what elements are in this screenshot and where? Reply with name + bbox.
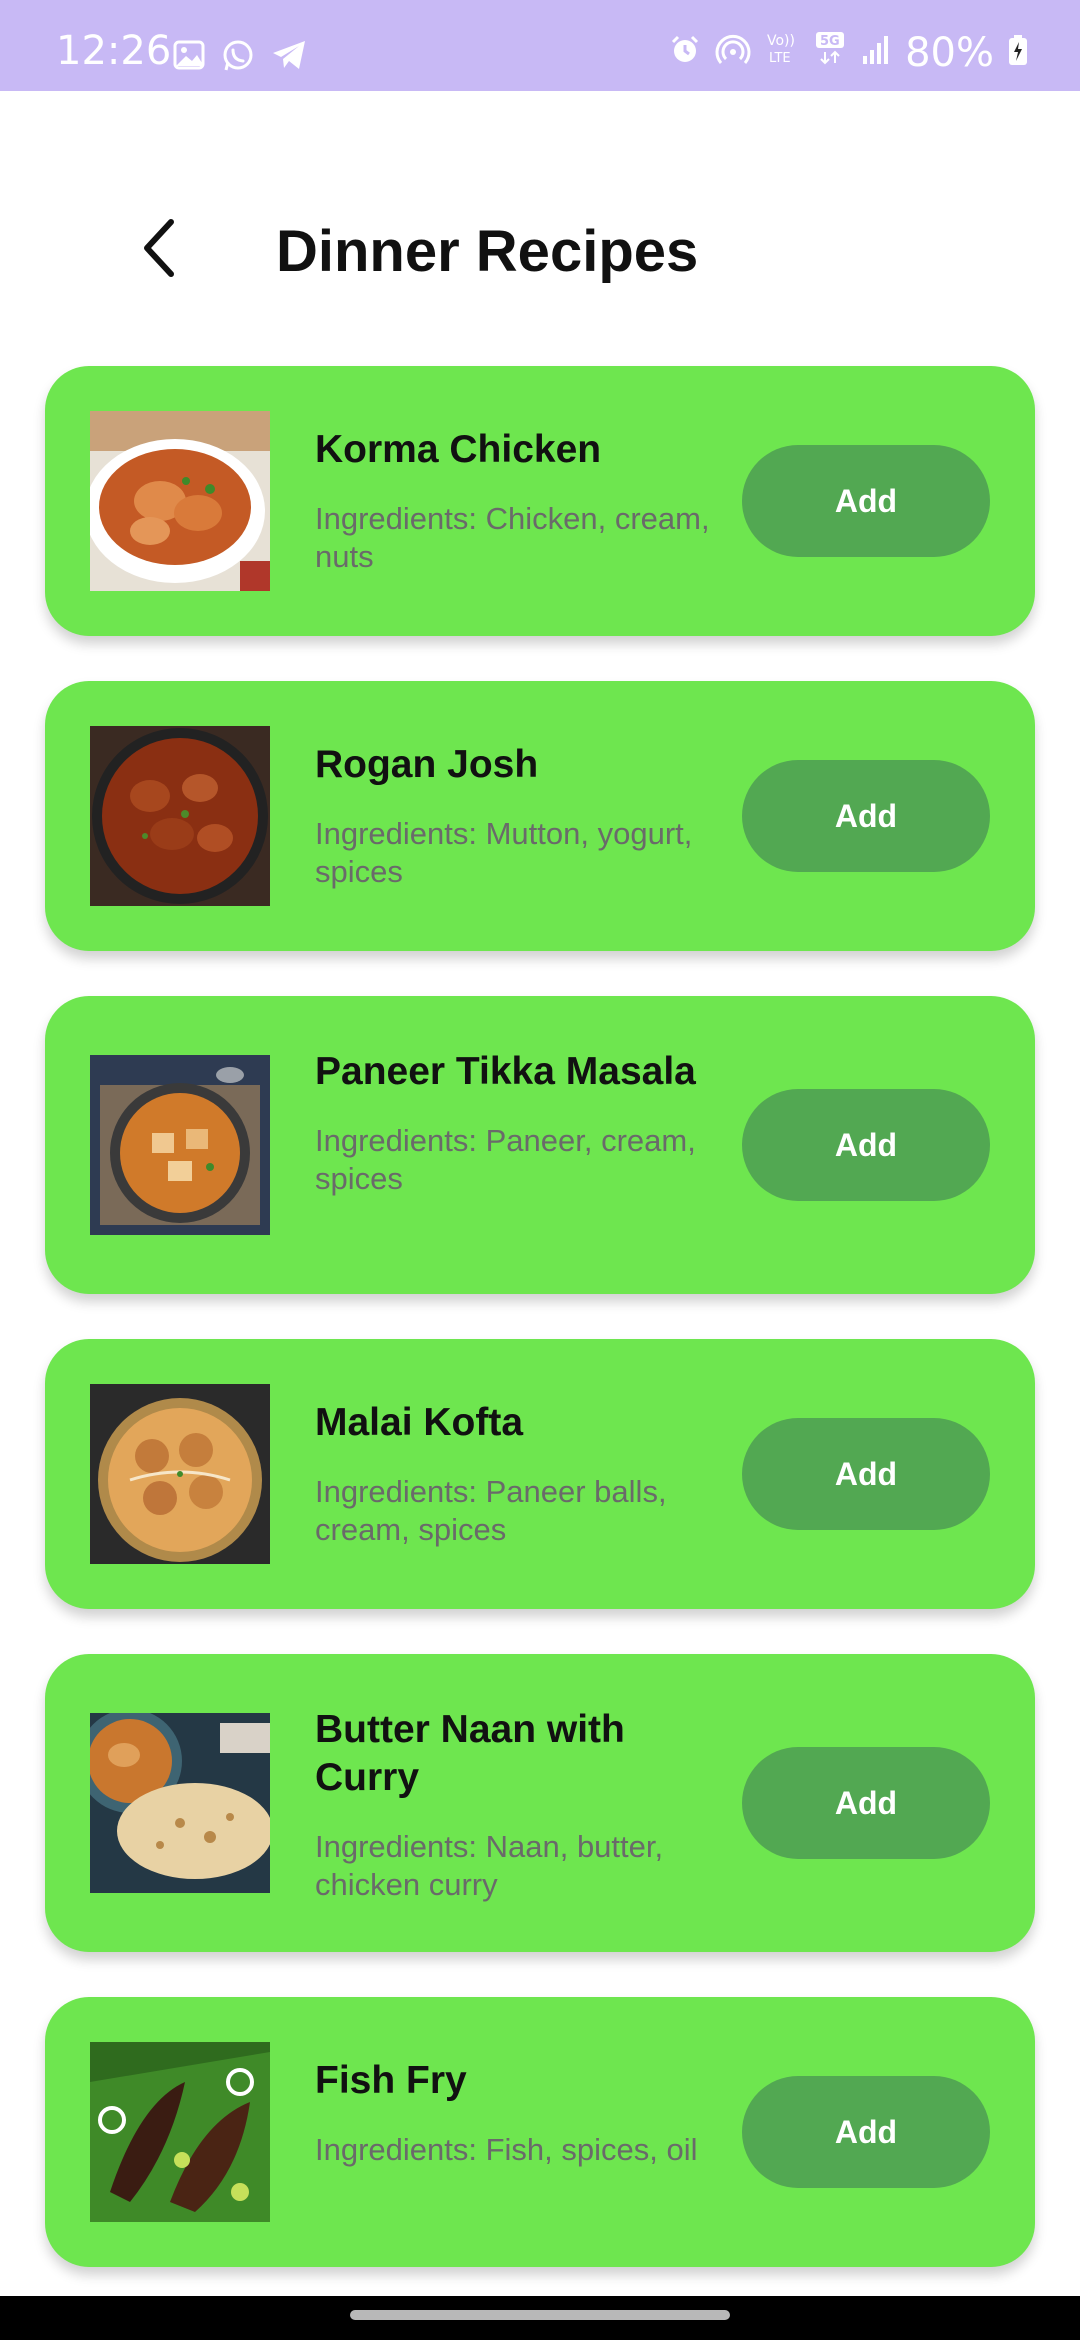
notification-icons xyxy=(172,38,308,79)
svg-text:Vo)): Vo)) xyxy=(767,33,795,49)
recipe-text: Malai Kofta Ingredients: Paneer balls, c… xyxy=(315,1399,715,1549)
add-button[interactable]: Add xyxy=(742,1747,990,1859)
recipe-image-korma-chicken xyxy=(90,411,270,591)
signal-icon xyxy=(861,30,891,76)
recipe-card: Butter Naan with Curry Ingredients: Naan… xyxy=(45,1654,1035,1952)
recipe-ingredients: Ingredients: Chicken, cream, nuts xyxy=(315,501,710,574)
add-button[interactable]: Add xyxy=(742,760,990,872)
header: Dinner Recipes xyxy=(0,200,1080,310)
svg-text:LTE: LTE xyxy=(769,51,791,66)
recipe-name: Butter Naan with Curry xyxy=(315,1708,625,1799)
recipe-card: Malai Kofta Ingredients: Paneer balls, c… xyxy=(45,1339,1035,1609)
recipe-image-paneer-tikka-masala xyxy=(90,1055,270,1235)
recipe-card: Paneer Tikka Masala Ingredients: Paneer,… xyxy=(45,996,1035,1294)
alarm-icon xyxy=(669,30,701,76)
hotspot-icon xyxy=(715,30,751,76)
recipe-name: Fish Fry xyxy=(315,2059,467,2102)
recipe-image-rogan-josh xyxy=(90,726,270,906)
battery-icon xyxy=(1008,30,1028,76)
system-icons: Vo)) LTE 5G 80% xyxy=(669,30,1028,76)
recipe-card: Korma Chicken Ingredients: Chicken, crea… xyxy=(45,366,1035,636)
recipe-name: Malai Kofta xyxy=(315,1401,524,1444)
battery-percent: 80% xyxy=(905,30,994,76)
recipe-image-fish-fry xyxy=(90,2042,270,2222)
add-button[interactable]: Add xyxy=(742,1089,990,1201)
recipe-text: Fish Fry Ingredients: Fish, spices, oil xyxy=(315,2057,715,2169)
add-button[interactable]: Add xyxy=(742,1418,990,1530)
recipe-ingredients: Ingredients: Naan, butter, chicken curry xyxy=(315,1829,664,1902)
recipe-image-butter-naan-with-curry xyxy=(90,1713,270,1893)
recipe-card: Rogan Josh Ingredients: Mutton, yogurt, … xyxy=(45,681,1035,951)
navigation-bar xyxy=(0,2296,1080,2340)
recipe-name: Rogan Josh xyxy=(315,743,539,786)
home-gesture-handle[interactable] xyxy=(350,2310,730,2320)
image-icon xyxy=(172,38,206,79)
recipe-text: Paneer Tikka Masala Ingredients: Paneer,… xyxy=(315,1048,715,1198)
5g-icon: 5G xyxy=(813,30,847,76)
status-time: 12:26 xyxy=(56,28,172,74)
add-button[interactable]: Add xyxy=(742,2076,990,2188)
recipe-card: Fish Fry Ingredients: Fish, spices, oil … xyxy=(45,1997,1035,2267)
status-bar: 12:26 Vo)) LTE 5G 80% xyxy=(0,0,1080,91)
chevron-left-icon xyxy=(135,216,185,285)
recipe-text: Korma Chicken Ingredients: Chicken, crea… xyxy=(315,426,715,576)
recipe-ingredients: Ingredients: Mutton, yogurt, spices xyxy=(315,816,693,889)
volte-icon: Vo)) LTE xyxy=(765,30,799,76)
page-title: Dinner Recipes xyxy=(276,219,699,284)
add-button[interactable]: Add xyxy=(742,445,990,557)
back-button[interactable] xyxy=(120,210,200,290)
telegram-icon xyxy=(270,38,308,79)
recipe-name: Korma Chicken xyxy=(315,428,602,471)
recipe-ingredients: Ingredients: Paneer, cream, spices xyxy=(315,1123,696,1196)
recipe-ingredients: Ingredients: Fish, spices, oil xyxy=(315,2132,698,2167)
recipe-ingredients: Ingredients: Paneer balls, cream, spices xyxy=(315,1474,667,1547)
recipe-name: Paneer Tikka Masala xyxy=(315,1050,696,1093)
recipe-text: Butter Naan with Curry Ingredients: Naan… xyxy=(315,1706,715,1904)
svg-text:5G: 5G xyxy=(820,34,840,49)
whatsapp-icon xyxy=(220,38,256,79)
recipe-text: Rogan Josh Ingredients: Mutton, yogurt, … xyxy=(315,741,715,891)
recipe-image-malai-kofta xyxy=(90,1384,270,1564)
